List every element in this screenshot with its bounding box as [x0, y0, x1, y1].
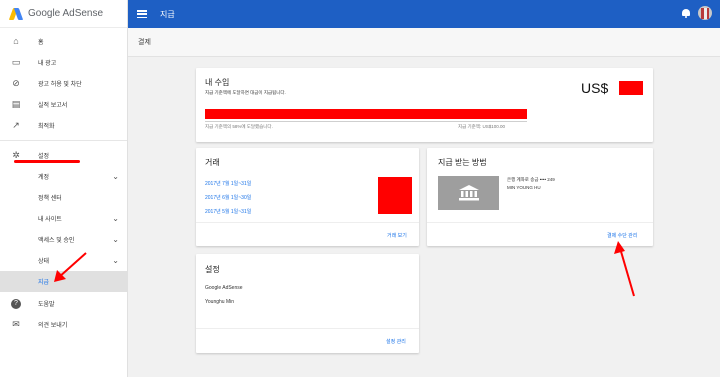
sidebar-item-label: 내 광고: [38, 61, 57, 67]
sidebar-item-optimization[interactable]: ↗ 최적화: [0, 115, 127, 136]
manage-payment-methods-link[interactable]: 결제 수단 관리: [607, 232, 637, 239]
chevron-down-icon: ⌄: [112, 256, 119, 265]
logo-text: Google AdSense: [28, 8, 104, 19]
redacted-progress-bar: [205, 109, 527, 119]
chevron-down-icon: ⌄: [112, 235, 119, 244]
sidebar-item-label: 실적 보고서: [38, 103, 68, 109]
earnings-title: 내 수입: [205, 78, 230, 87]
transactions-title: 거래: [205, 158, 220, 167]
payment-method-card: 지급 받는 방법 은행 계좌로 송금 •••• 249 MIN YOUNG HU…: [427, 148, 653, 246]
page-header: 결제: [128, 28, 720, 57]
block-icon: ⊘: [12, 78, 20, 88]
settings-card: 설정 Google AdSense Younghu Min 설정 관리: [196, 254, 419, 353]
progress-track: [205, 121, 527, 122]
earnings-amount: US$: [581, 80, 609, 96]
sidebar-item-label: 내 사이트: [38, 217, 62, 223]
optimization-icon: ↗: [12, 120, 20, 130]
sidebar-item-status[interactable]: 상태 ⌄: [0, 250, 127, 271]
notifications-bell-icon[interactable]: [682, 9, 690, 18]
card-divider: [196, 222, 419, 223]
redacted-amount: [378, 177, 412, 214]
bank-building-icon: [458, 185, 479, 201]
gear-icon: ✲: [12, 150, 20, 160]
threshold-label: 지급 기준액: US$100.00: [458, 124, 505, 129]
progress-label: 지급 기준액의 58%에 도달했습니다.: [205, 124, 273, 129]
top-app-bar: 지급: [128, 0, 720, 28]
sidebar-item-access[interactable]: 액세스 및 승인 ⌄: [0, 229, 127, 250]
sidebar-item-label: 상태: [38, 259, 50, 265]
help-icon: ?: [11, 298, 21, 309]
account-holder-name: MIN YOUNG HU: [507, 185, 541, 190]
settings-title: 설정: [205, 265, 220, 274]
sidebar-item-label: 정책 센터: [38, 196, 62, 202]
bank-icon: [438, 176, 499, 210]
red-annotation-underline: [14, 160, 80, 163]
transactions-card: 거래 2017년 7월 1일~31일 2017년 6월 1일~30일 2017년…: [196, 148, 419, 246]
earnings-card: 내 수입 지급 기준액에 도달하면 대금이 지급됩니다. US$ 지급 기준액의…: [196, 68, 653, 142]
manage-settings-link[interactable]: 설정 관리: [386, 338, 406, 345]
transaction-link[interactable]: 2017년 7월 1일~31일: [205, 180, 251, 187]
sidebar-item-label: 계정: [38, 175, 50, 181]
sidebar-item-label: 액세스 및 승인: [38, 238, 75, 244]
sidebar-item-my-ads[interactable]: ▭ 내 광고: [0, 52, 127, 73]
page-title: 지급: [160, 9, 175, 19]
ad-units-icon: ▭: [11, 57, 21, 67]
settings-product: Google AdSense: [205, 285, 243, 291]
home-icon: ⌂: [13, 36, 19, 46]
sidebar-item-label: 설정: [38, 154, 50, 160]
earnings-subtitle: 지급 기준액에 도달하면 대금이 지급됩니다.: [205, 90, 286, 95]
card-divider: [427, 222, 653, 223]
payment-method-title: 지급 받는 방법: [438, 158, 487, 167]
sidebar-item-label: 지급: [38, 280, 50, 286]
sidebar-item-label: 도움말: [38, 302, 55, 308]
sidebar-item-allow-block[interactable]: ⊘ 광고 허용 및 차단: [0, 73, 127, 94]
sidebar-item-label: 광고 허용 및 차단: [38, 82, 82, 88]
menu-icon[interactable]: [137, 10, 147, 18]
sidebar-item-label: 최적화: [38, 124, 55, 130]
sidebar-item-my-sites[interactable]: 내 사이트 ⌄: [0, 208, 127, 229]
redacted-amount: [619, 81, 643, 95]
red-annotation-arrow: [614, 241, 635, 297]
sidebar-item-feedback[interactable]: ✉ 의견 보내기: [0, 314, 127, 335]
sidebar-item-help[interactable]: ? 도움말: [0, 293, 127, 314]
sidebar: Google AdSense ⌂ 홈 ▭ 내 광고 ⊘ 광고 허용 및 차단 ▤…: [0, 0, 128, 377]
avatar[interactable]: [698, 6, 712, 20]
sidebar-item-policy-center[interactable]: 정책 센터: [0, 187, 127, 208]
transaction-link[interactable]: 2017년 6월 1일~30일: [205, 194, 251, 201]
settings-payee-name: Younghu Min: [205, 299, 235, 305]
view-transactions-link[interactable]: 거래 보기: [387, 232, 407, 239]
sidebar-item-payments[interactable]: 지급: [0, 271, 127, 292]
sidebar-item-home[interactable]: ⌂ 홈: [0, 31, 127, 52]
sidebar-item-label: 홈: [38, 40, 44, 46]
app-root: Google AdSense ⌂ 홈 ▭ 내 광고 ⊘ 광고 허용 및 차단 ▤…: [0, 0, 720, 377]
feedback-icon: ✉: [12, 319, 20, 329]
sidebar-item-reports[interactable]: ▤ 실적 보고서: [0, 94, 127, 115]
transaction-link[interactable]: 2017년 5월 1일~31일: [205, 208, 251, 215]
adsense-logo[interactable]: Google AdSense: [0, 0, 127, 28]
chevron-down-icon: ⌄: [112, 172, 119, 181]
sidebar-item-label: 의견 보내기: [38, 323, 68, 329]
sidebar-item-account[interactable]: 계정 ⌄: [0, 166, 127, 187]
sidebar-divider: [0, 140, 127, 141]
adsense-logo-icon: [8, 7, 24, 21]
reports-icon: ▤: [11, 99, 21, 109]
payment-method-detail: 은행 계좌로 송금 •••• 249: [507, 177, 555, 182]
page-header-title: 결제: [138, 39, 151, 46]
card-divider: [196, 328, 419, 329]
sidebar-nav: ⌂ 홈 ▭ 내 광고 ⊘ 광고 허용 및 차단 ▤ 실적 보고서 ↗ 최적화 ✲: [0, 28, 127, 335]
chevron-down-icon: ⌄: [112, 214, 119, 223]
